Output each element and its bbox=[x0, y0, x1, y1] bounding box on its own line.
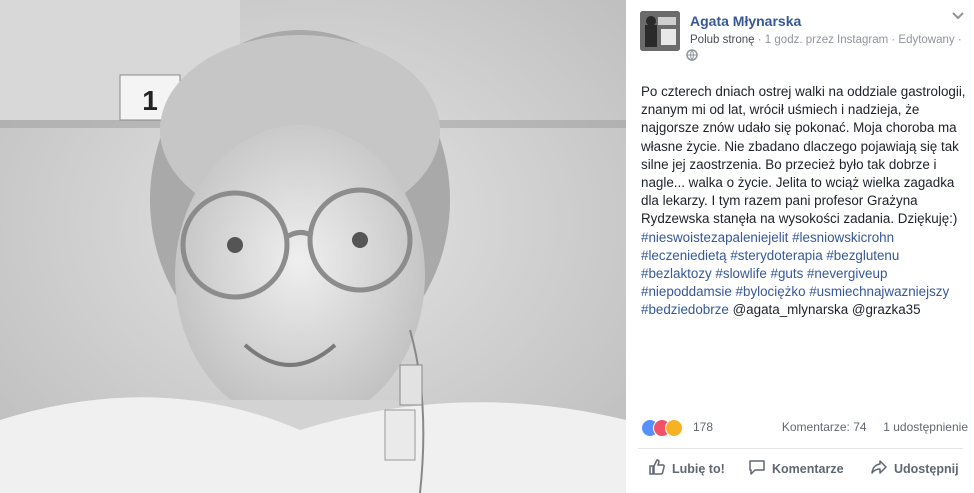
sad-reaction-icon bbox=[665, 419, 683, 437]
share-button-label: Udostępnij bbox=[894, 461, 959, 476]
share-icon bbox=[870, 458, 894, 479]
globe-icon bbox=[686, 48, 698, 66]
actions-divider bbox=[638, 448, 963, 449]
post-meta: Polub stronę · 1 godz. przez Instagram ·… bbox=[690, 34, 962, 46]
thumbs-up-icon bbox=[648, 458, 672, 479]
post-actions: Lubię to! Komentarze Udostępnij bbox=[648, 456, 968, 480]
comment-share-counts: Komentarze: 74 1 udostępnienie bbox=[782, 420, 968, 434]
page-avatar[interactable] bbox=[640, 11, 680, 51]
post-sidebar: Agata Młynarska Polub stronę · 1 godz. p… bbox=[626, 0, 974, 493]
like-page-link[interactable]: Polub stronę bbox=[690, 34, 755, 46]
photo-bed-number: 1 bbox=[142, 85, 158, 116]
reaction-stats: 178 Komentarze: 74 1 udostępnienie bbox=[641, 418, 971, 438]
post-text: Po czterech dniach ostrej walki na oddzi… bbox=[641, 84, 966, 227]
like-button-label: Lubię to! bbox=[672, 461, 725, 476]
comment-icon bbox=[748, 458, 772, 479]
post-meta-text: · 1 godz. przez Instagram · Edytowany · bbox=[757, 34, 962, 46]
post-header: Agata Młynarska Polub stronę · 1 godz. p… bbox=[640, 11, 970, 51]
post-body: Po czterech dniach ostrej walki na oddzi… bbox=[641, 83, 969, 320]
page-name[interactable]: Agata Młynarska bbox=[690, 13, 801, 29]
comment-count[interactable]: Komentarze: 74 bbox=[782, 420, 867, 434]
like-button[interactable]: Lubię to! bbox=[648, 458, 725, 479]
comment-button[interactable]: Komentarze bbox=[748, 458, 844, 479]
share-button[interactable]: Udostępnij bbox=[870, 458, 959, 479]
chevron-down-icon[interactable] bbox=[952, 8, 964, 23]
post-photo[interactable]: 1 bbox=[0, 0, 626, 493]
share-count[interactable]: 1 udostępnienie bbox=[883, 420, 968, 434]
reaction-count[interactable]: 178 bbox=[693, 420, 713, 434]
comment-button-label: Komentarze bbox=[772, 461, 844, 476]
post-mentions[interactable]: @agata_mlynarska @grazka35 bbox=[733, 302, 921, 317]
